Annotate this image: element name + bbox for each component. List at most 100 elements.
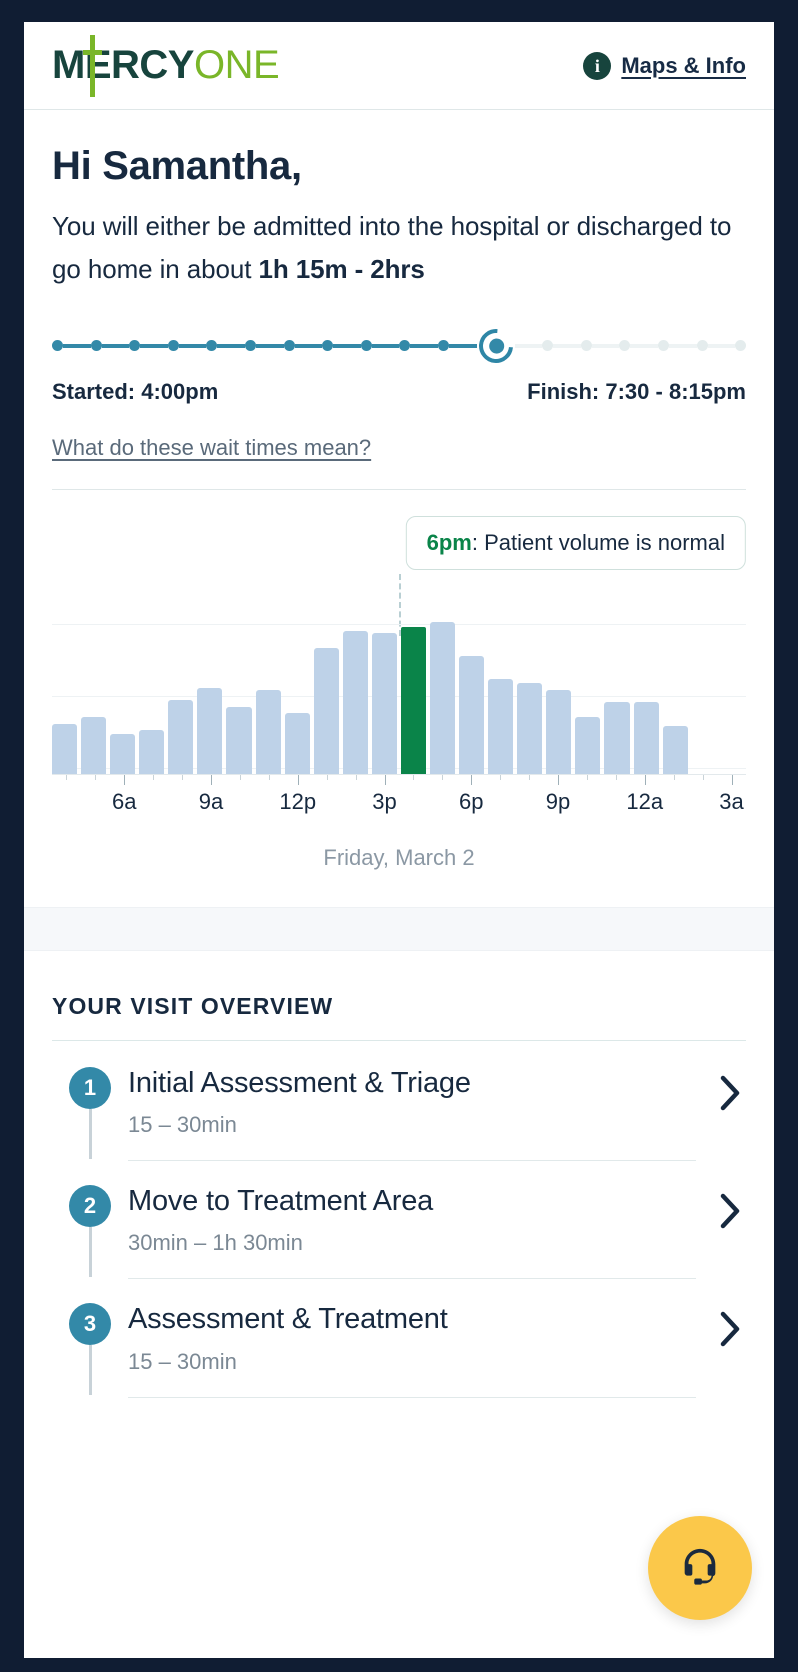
step-marker-column: 1 xyxy=(52,1067,128,1109)
chart-bar xyxy=(110,734,135,774)
step-marker-column: 3 xyxy=(52,1303,128,1345)
support-agent-icon xyxy=(677,1545,723,1591)
started-label: Started: 4:00pm xyxy=(52,379,218,405)
chart-bar xyxy=(197,688,222,774)
chart-tick-minor xyxy=(182,775,183,780)
step-title: Move to Treatment Area xyxy=(128,1185,696,1218)
chart-bar xyxy=(226,707,251,774)
overview-divider xyxy=(52,1040,746,1041)
chart-x-tick-label: 6a xyxy=(112,789,136,815)
chart-tick-minor xyxy=(153,775,154,780)
progress-dots-row xyxy=(52,329,746,363)
progress-dot-completed xyxy=(361,340,372,351)
maps-and-info-link[interactable]: i Maps & Info xyxy=(583,52,746,80)
chart-tick-minor xyxy=(529,775,530,780)
chart-tick-minor xyxy=(356,775,357,780)
chart-bar xyxy=(285,713,310,774)
visit-step-row[interactable]: 2Move to Treatment Area30min – 1h 30min xyxy=(52,1185,746,1303)
progress-marker-core xyxy=(485,335,506,356)
chart-x-tick-label: 3p xyxy=(372,789,396,815)
chart-bar xyxy=(81,717,106,774)
chart-tick-minor xyxy=(95,775,96,780)
chart-tick-minor xyxy=(442,775,443,780)
progress-dot-completed xyxy=(168,340,179,351)
step-connector-line xyxy=(89,1227,92,1277)
app-screen: MERCYONE i Maps & Info Hi Samantha, You … xyxy=(24,22,774,1658)
progress-dot-completed xyxy=(438,340,449,351)
chevron-right-icon[interactable] xyxy=(716,1185,746,1229)
chart-x-tick-label: 6p xyxy=(459,789,483,815)
step-body: Assessment & Treatment15 – 30min xyxy=(128,1303,716,1397)
chart-tick-major xyxy=(558,775,559,785)
chart-x-tick-label: 3a xyxy=(719,789,743,815)
progress-dot-remaining xyxy=(697,340,708,351)
progress-segment-completed xyxy=(295,344,323,348)
chart-x-labels: 6a9a12p3p6p9p12a3a xyxy=(52,789,746,823)
chart-tick-minor xyxy=(66,775,67,780)
estimate-value: 1h 15m - 2hrs xyxy=(258,254,424,284)
chart-tick-minor xyxy=(587,775,588,780)
chart-tick-major xyxy=(211,775,212,785)
chart-tick-major xyxy=(471,775,472,785)
progress-dot-completed xyxy=(91,340,102,351)
section-band xyxy=(24,907,774,951)
tooltip-hour: 6pm xyxy=(427,530,472,555)
progress-segment-completed xyxy=(372,344,400,348)
chart-bar xyxy=(343,631,368,774)
support-fab-button[interactable] xyxy=(648,1516,752,1620)
progress-segment-completed xyxy=(102,344,130,348)
chart-bar xyxy=(52,724,77,773)
visit-steps-list: 1Initial Assessment & Triage15 – 30min2M… xyxy=(52,1067,746,1422)
chart-tick-major xyxy=(645,775,646,785)
wait-times-explainer-link[interactable]: What do these wait times mean? xyxy=(52,435,371,461)
chart-bar xyxy=(634,702,659,774)
wait-estimate-text: You will either be admitted into the hos… xyxy=(52,205,746,291)
chart-tick-major xyxy=(298,775,299,785)
maps-info-label: Maps & Info xyxy=(621,53,746,79)
chart-bars xyxy=(52,584,746,774)
chart-bar xyxy=(459,656,484,774)
chart-x-tick-label: 9p xyxy=(546,789,570,815)
logo-one-text: ONE xyxy=(194,43,279,88)
progress-segment-completed xyxy=(256,344,284,348)
chart-x-tick-label: 12a xyxy=(626,789,663,815)
step-connector-line xyxy=(89,1109,92,1159)
step-body: Move to Treatment Area30min – 1h 30min xyxy=(128,1185,716,1279)
chevron-right-icon[interactable] xyxy=(716,1067,746,1111)
progress-dot-completed xyxy=(284,340,295,351)
progress-dot-remaining xyxy=(542,340,553,351)
progress-timeline xyxy=(52,329,746,363)
step-separator xyxy=(128,1278,696,1279)
chart-tick-major xyxy=(732,775,733,785)
chart-bar xyxy=(604,702,629,774)
info-icon: i xyxy=(583,52,611,80)
visit-step-row[interactable]: 3 Assessment & Treatment15 – 30min xyxy=(52,1303,746,1421)
progress-dot-completed xyxy=(399,340,410,351)
progress-dot-completed xyxy=(322,340,333,351)
logo-mercy-text: MERCY xyxy=(52,43,194,88)
chart-bar xyxy=(168,700,193,774)
chart-tick-minor xyxy=(674,775,675,780)
chart-bar xyxy=(372,633,397,774)
device-frame: MERCYONE i Maps & Info Hi Samantha, You … xyxy=(0,0,798,1672)
visit-step-row[interactable]: 1Initial Assessment & Triage15 – 30min xyxy=(52,1067,746,1185)
chart-tick-major xyxy=(385,775,386,785)
step-title: Initial Assessment & Triage xyxy=(128,1067,696,1100)
chart-bar xyxy=(488,679,513,774)
overview-heading: YOUR VISIT OVERVIEW xyxy=(52,993,746,1020)
progress-segment-remaining xyxy=(592,344,620,348)
step-connector-line xyxy=(89,1345,92,1395)
chevron-right-icon[interactable] xyxy=(716,1303,746,1347)
progress-segment-remaining xyxy=(630,344,658,348)
chart-tick-minor xyxy=(269,775,270,780)
progress-segment-remaining xyxy=(553,344,581,348)
progress-segment-completed xyxy=(217,344,245,348)
chart-tooltip: 6pm: Patient volume is normal xyxy=(406,516,746,570)
chart-bar xyxy=(430,622,455,774)
chart-bar xyxy=(663,726,688,774)
step-number-badge: 3 xyxy=(69,1303,111,1345)
chart-tick-minor xyxy=(703,775,704,780)
progress-segment-completed xyxy=(333,344,361,348)
chart-x-tick-label: 12p xyxy=(279,789,316,815)
timeline-labels: Started: 4:00pm Finish: 7:30 - 8:15pm xyxy=(52,379,746,405)
